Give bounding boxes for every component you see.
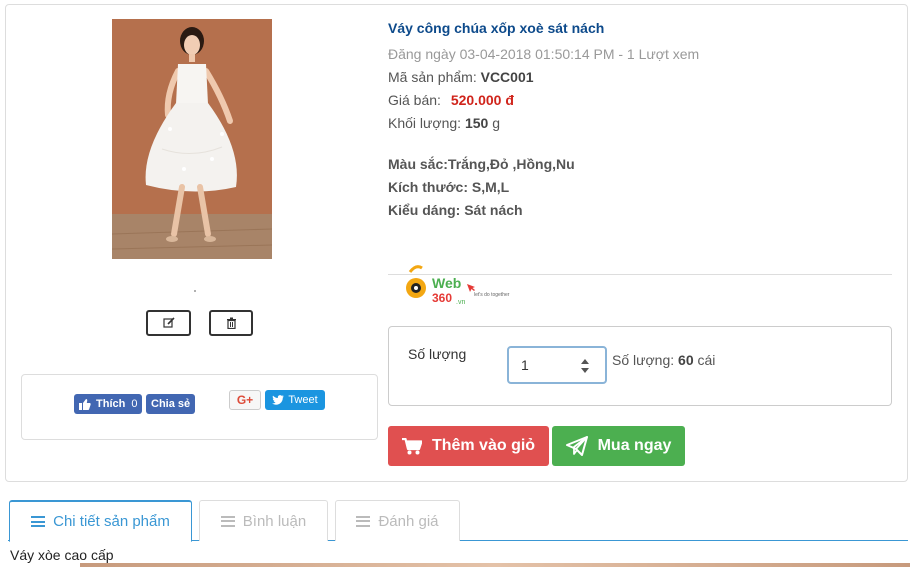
weight-row: Khối lượng: 150 g bbox=[388, 115, 500, 131]
tab-label: Chi tiết sản phẩm bbox=[53, 513, 170, 530]
description-image-strip bbox=[80, 563, 910, 567]
price-value: 520.000 đ bbox=[450, 92, 514, 108]
quantity-stepper[interactable] bbox=[579, 359, 591, 373]
weight-value: 150 bbox=[464, 115, 489, 131]
paper-plane-icon bbox=[565, 436, 588, 456]
tab-product-details[interactable]: Chi tiết sản phẩm bbox=[9, 500, 192, 542]
sku-row: Mã sản phẩm: VCC001 bbox=[388, 69, 534, 85]
image-pager-dot[interactable] bbox=[194, 290, 196, 292]
tab-label: Đánh giá bbox=[378, 512, 439, 530]
list-icon bbox=[356, 515, 371, 527]
sku-label: Mã sản phẩm: bbox=[388, 69, 477, 85]
facebook-share-label: Chia sẻ bbox=[151, 398, 191, 410]
stock-unit: cái bbox=[697, 352, 716, 368]
cart-icon bbox=[401, 437, 422, 454]
stock-label: Số lượng: bbox=[612, 352, 675, 368]
stepper-up-icon[interactable] bbox=[581, 359, 589, 364]
add-to-cart-button[interactable]: Thêm vào giỏ bbox=[388, 426, 549, 466]
list-icon bbox=[220, 515, 235, 527]
product-title: Váy công chúa xốp xoè sát nách bbox=[388, 20, 605, 36]
facebook-like-button[interactable]: Thích 0 bbox=[74, 394, 143, 414]
stock-value: 60 bbox=[678, 352, 694, 368]
product-image[interactable] bbox=[112, 19, 272, 259]
facebook-like-label: Thích bbox=[96, 398, 126, 410]
stock-info: Số lượng: 60 cái bbox=[612, 352, 715, 368]
logo-tagline: let's do together bbox=[474, 292, 510, 298]
weight-label: Khối lượng: bbox=[388, 115, 462, 131]
twitter-bird-icon bbox=[272, 395, 285, 405]
brand-logo[interactable]: Web 360 .vn let's do together bbox=[404, 262, 519, 307]
list-icon bbox=[31, 516, 46, 527]
sku-value: VCC001 bbox=[480, 69, 534, 85]
facebook-like-count: 0 bbox=[131, 398, 138, 410]
logo-brand-text: Web bbox=[432, 275, 461, 291]
thumbs-up-icon bbox=[79, 398, 91, 410]
edit-icon bbox=[162, 317, 175, 328]
logo-360-text: 360 bbox=[432, 291, 452, 305]
edit-button[interactable] bbox=[146, 310, 191, 336]
trash-icon bbox=[226, 317, 236, 329]
tab-label: Bình luận bbox=[242, 512, 307, 530]
price-row: Giá bán: 520.000 đ bbox=[388, 92, 514, 108]
buy-now-label: Mua ngay bbox=[597, 437, 672, 454]
product-photo bbox=[112, 19, 272, 259]
stepper-down-icon[interactable] bbox=[581, 368, 589, 373]
quantity-input[interactable] bbox=[507, 346, 607, 384]
google-plus-button[interactable]: G+ bbox=[229, 390, 261, 410]
logo-tld-text: .vn bbox=[456, 299, 465, 306]
web360-logo-icon: Web 360 .vn let's do together bbox=[406, 265, 510, 306]
color-line: Màu sắc:Trắng,Đỏ ,Hồng,Nu bbox=[388, 156, 575, 172]
google-plus-label: G+ bbox=[236, 393, 254, 407]
tweet-button[interactable]: Tweet bbox=[265, 390, 325, 410]
tab-ratings[interactable]: Đánh giá bbox=[335, 500, 460, 541]
add-to-cart-label: Thêm vào giỏ bbox=[431, 437, 536, 454]
buy-now-button[interactable]: Mua ngay bbox=[552, 426, 685, 466]
tweet-label: Tweet bbox=[288, 394, 318, 406]
product-description: Váy xòe cao cấp bbox=[10, 547, 114, 563]
style-line: Kiểu dáng: Sát nách bbox=[388, 202, 523, 218]
delete-button[interactable] bbox=[209, 310, 253, 336]
facebook-share-button[interactable]: Chia sẻ bbox=[146, 394, 196, 414]
post-meta: Đăng ngày 03-04-2018 01:50:14 PM - 1 Lượ… bbox=[388, 46, 700, 62]
quantity-label: Số lượng bbox=[408, 346, 467, 362]
weight-unit: g bbox=[492, 115, 500, 131]
size-line: Kích thước: S,M,L bbox=[388, 179, 510, 195]
price-label: Giá bán: bbox=[388, 92, 441, 108]
tab-comments[interactable]: Bình luận bbox=[199, 500, 328, 541]
